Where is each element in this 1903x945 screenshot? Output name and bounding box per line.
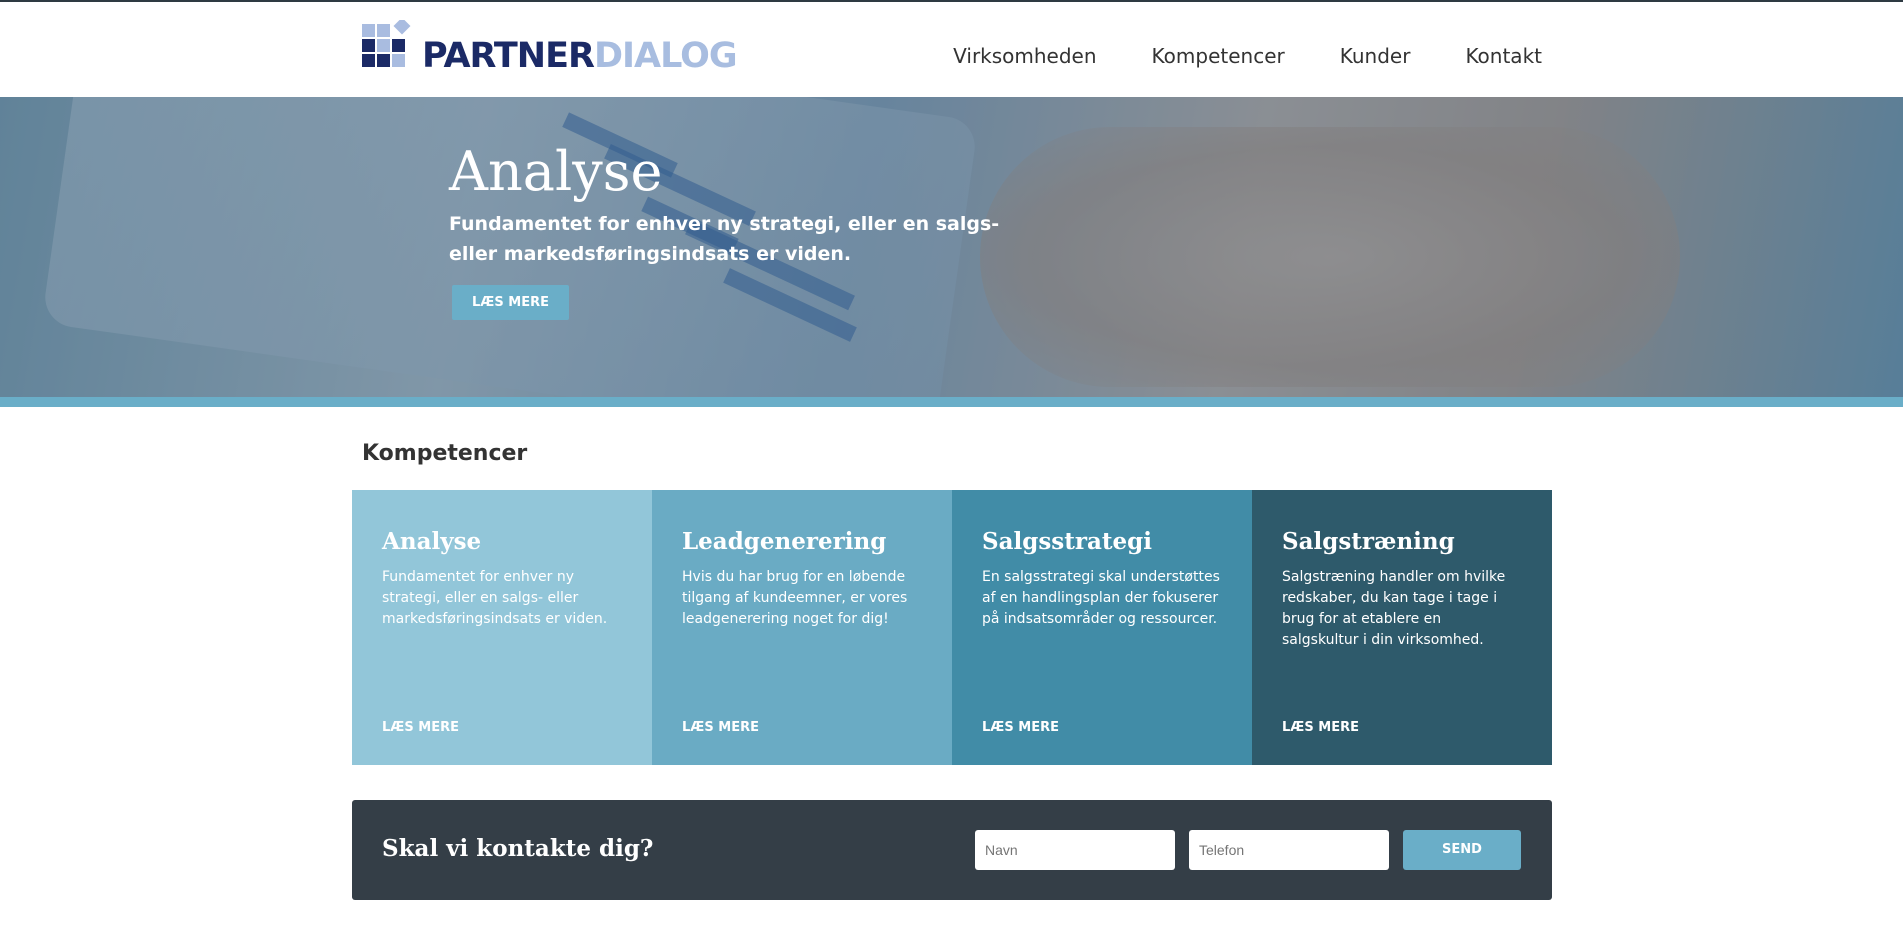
card-title: Salgsstrategi (982, 528, 1152, 555)
contact-title: Skal vi kontakte dig? (382, 835, 654, 862)
card-salgsstrategi[interactable]: Salgsstrategi En salgsstrategi skal unde… (952, 490, 1252, 765)
card-read-more-link[interactable]: LÆS MERE (382, 720, 459, 735)
hero-accent-stripe (0, 397, 1903, 407)
card-leadgenerering[interactable]: Leadgenerering Hvis du har brug for en l… (652, 490, 952, 765)
send-button[interactable]: SEND (1403, 830, 1521, 870)
nav-item-kunder[interactable]: Kunder (1340, 44, 1411, 68)
section-title: Kompetencer (362, 441, 528, 466)
contact-bar: Skal vi kontakte dig? SEND (352, 800, 1552, 900)
card-read-more-link[interactable]: LÆS MERE (982, 720, 1059, 735)
card-salgstraening[interactable]: Salgstræning Salgstræning handler om hvi… (1252, 490, 1552, 765)
name-input[interactable] (975, 830, 1175, 870)
main-nav: Virksomheden Kompetencer Kunder Kontakt (953, 44, 1542, 68)
card-text: Salgstræning handler om hvilke redskaber… (1282, 569, 1506, 648)
competence-cards: Analyse Fundamentet for enhver ny strate… (352, 490, 1552, 765)
hero-content: Analyse Fundamentet for enhver ny strate… (449, 140, 1009, 321)
card-text: Hvis du har brug for en løbende tilgang … (682, 569, 908, 627)
hero-banner: Analyse Fundamentet for enhver ny strate… (0, 97, 1903, 398)
logo-link[interactable]: PARTNERDIALOG (360, 16, 738, 76)
card-text: Fundamentet for enhver ny strategi, elle… (382, 569, 608, 627)
card-read-more-link[interactable]: LÆS MERE (1282, 720, 1359, 735)
logo-wordmark: PARTNERDIALOG (422, 36, 738, 76)
site-header: PARTNERDIALOG Virksomheden Kompetencer K… (0, 2, 1903, 98)
card-title: Salgstræning (1282, 528, 1455, 555)
hero-title: Analyse (449, 140, 663, 203)
card-title: Analyse (382, 528, 482, 555)
phone-input[interactable] (1189, 830, 1389, 870)
hero-text: Fundamentet for enhver ny strategi, elle… (449, 213, 1000, 266)
logo-squares-icon (362, 20, 411, 67)
hero-read-more-button[interactable]: LÆS MERE (452, 285, 569, 321)
card-read-more-link[interactable]: LÆS MERE (682, 720, 759, 735)
card-text: En salgsstrategi skal understøttes af en… (982, 569, 1220, 627)
card-title: Leadgenerering (682, 528, 887, 555)
nav-item-kompetencer[interactable]: Kompetencer (1152, 44, 1285, 68)
card-analyse[interactable]: Analyse Fundamentet for enhver ny strate… (352, 490, 652, 765)
nav-item-kontakt[interactable]: Kontakt (1465, 44, 1542, 68)
nav-item-virksomheden[interactable]: Virksomheden (953, 44, 1096, 68)
